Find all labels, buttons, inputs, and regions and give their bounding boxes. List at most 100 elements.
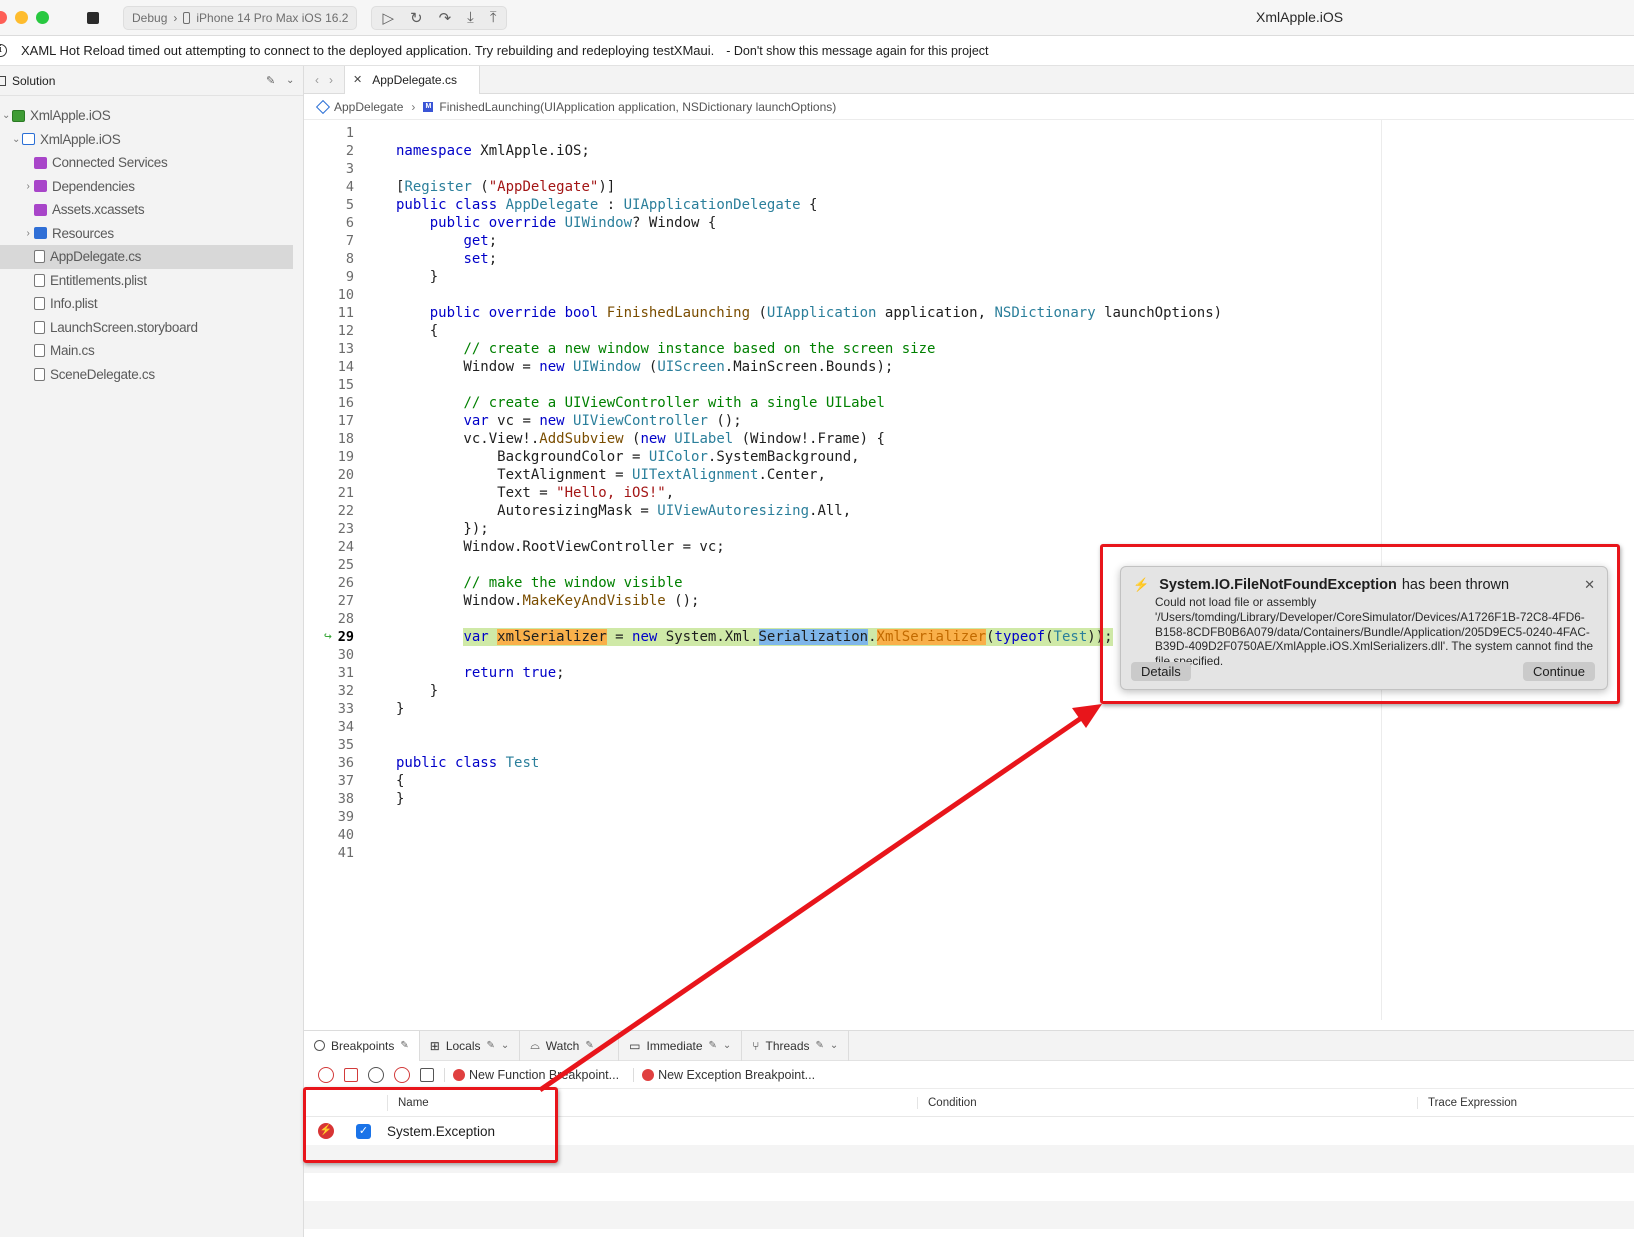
grid-icon: ⊞ [429,1038,440,1053]
remove-breakpoint-icon[interactable] [344,1067,358,1082]
line-number: 18 [337,431,354,447]
line-number: 6 [345,215,354,231]
line-number: 28 [337,611,354,627]
dont-show-again-link[interactable]: - Don't show this message again for this… [726,44,988,58]
disable-all-breakpoints-icon[interactable] [318,1066,334,1083]
exception-breakpoint-icon [642,1068,655,1081]
file-icon [34,320,45,334]
tree-item-project[interactable]: ⌄ XmlApple.iOS [0,128,303,152]
code-line: 33} [318,700,1222,718]
pin-icon[interactable]: ✎ [816,1040,824,1051]
tree-item-label: Entitlements.plist [50,272,147,288]
code-line: 5 public class AppDelegate : UIApplicatio… [318,196,1222,214]
stop-icon[interactable] [87,11,99,24]
annotation-box-exception [1100,544,1620,704]
chevron-down-icon[interactable]: ⌄ [0,110,12,121]
chevron-down-icon[interactable]: ⌄ [286,75,294,86]
minimize-window-button[interactable] [15,11,28,24]
tree-item-solution[interactable]: ⌄ XmlApple.iOS [0,104,303,128]
pin-icon[interactable]: ✎ [585,1040,593,1051]
button-label: New Function Breakpoint... [469,1067,620,1082]
file-icon [34,344,45,358]
column-condition[interactable]: Condition [918,1096,1418,1109]
tree-item-main[interactable]: Main.cs [0,339,303,363]
fingerprint-icon[interactable] [368,1066,384,1083]
tab-label: Threads [765,1038,810,1053]
code-line: 34 [318,718,1222,736]
pin-icon[interactable]: ✎ [487,1040,495,1051]
close-window-button[interactable] [0,11,7,24]
tab-breakpoints[interactable]: Breakpoints ✎ [304,1030,420,1061]
code-line: 3 [318,160,1222,178]
tab-watch[interactable]: ⌓ Watch ✎ ⌄ [520,1030,620,1061]
pin-icon[interactable]: ✎ [266,74,275,87]
continue-icon[interactable]: ▷ [382,9,394,27]
code-line: 32 } [318,682,1222,700]
code-line: 28 [318,610,1222,628]
tree-item-resources[interactable]: › Resources [0,222,303,246]
tree-item-entitlements[interactable]: Entitlements.plist [0,269,303,293]
code-line: 17 var vc = new UIViewController (); [318,412,1222,430]
column-trace-expression[interactable]: Trace Expression [1418,1097,1517,1109]
pin-icon[interactable]: ✎ [709,1040,717,1051]
line-number: 13 [337,341,354,357]
tree-item-scenedelegate[interactable]: SceneDelegate.cs [0,363,303,387]
breadcrumb-method[interactable]: FinishedLaunching(UIApplication applicat… [439,100,836,114]
window-controls [0,11,49,24]
step-into-icon[interactable]: ⤓ [467,9,474,26]
tree-item-launchscreen[interactable]: LaunchScreen.storyboard [0,316,303,340]
tree-item-dependencies[interactable]: › Dependencies [0,175,303,199]
tab-label: Immediate [646,1038,703,1053]
chevron-down-icon[interactable]: ⌄ [723,1040,731,1051]
tree-item-appdelegate[interactable]: AppDelegate.cs [0,245,293,269]
tab-immediate[interactable]: ▭ Immediate ✎ ⌄ [619,1030,743,1061]
code-line: 18 vc.View!.AddSubview (new UILabel (Win… [318,430,1222,448]
tab-locals[interactable]: ⊞ Locals ✎ ⌄ [420,1030,521,1061]
code-line: 24 Window.RootViewController = vc; [318,538,1222,556]
zoom-window-button[interactable] [36,11,49,24]
line-number: 10 [337,287,354,303]
line-number: 38 [337,791,354,807]
properties-icon[interactable] [420,1067,434,1082]
solution-pad-icon [0,75,6,86]
code-line: 26 // make the window visible [318,574,1222,592]
new-function-breakpoint-button[interactable]: New Function Breakpoint... [444,1067,623,1082]
step-over-icon[interactable]: ↷ [439,9,452,27]
chevron-right-icon[interactable]: › [329,73,333,87]
chevron-down-icon[interactable]: ⌄ [501,1040,509,1051]
chevron-down-icon[interactable]: ⌄ [830,1040,838,1051]
tree-item-assets[interactable]: Assets.xcassets [0,198,303,222]
code-line: 35 [318,736,1222,754]
line-number: 5 [345,197,354,213]
tree-item-info-plist[interactable]: Info.plist [0,292,303,316]
line-number: 15 [337,377,354,393]
new-exception-breakpoint-button[interactable]: New Exception Breakpoint... [633,1067,819,1082]
code-line: 9 } [318,268,1222,286]
code-line: 2 namespace XmlApple.iOS; [318,142,1222,160]
configuration-label: Debug [132,10,168,25]
tab-threads[interactable]: ⑂ Threads ✎ ⌄ [742,1030,850,1061]
restart-icon[interactable]: ↻ [410,9,423,27]
breadcrumb-class[interactable]: AppDelegate [334,100,403,114]
step-out-icon[interactable]: ⤒ [490,9,497,26]
chevron-down-icon[interactable]: ⌄ [10,134,22,145]
tab-appdelegate[interactable]: ✕ AppDelegate.cs [344,65,480,94]
pad-tab-bar: Breakpoints ✎ ⊞ Locals ✎ ⌄ ⌓ Watch ✎ ⌄ ▭… [304,1030,1634,1061]
tree-item-connected-services[interactable]: Connected Services [0,151,303,175]
run-target-selector[interactable]: Debug › iPhone 14 Pro Max iOS 16.2 [123,5,358,30]
chevron-right-icon[interactable]: › [22,228,34,239]
terminal-icon: ▭ [629,1038,641,1053]
close-icon[interactable]: ✕ [353,73,362,86]
chevron-down-icon[interactable]: ⌄ [600,1040,608,1051]
line-number: 22 [337,503,354,519]
chevron-left-icon[interactable]: ‹ [315,73,319,87]
chevron-right-icon[interactable]: › [22,181,34,192]
line-number: 3 [345,161,354,177]
tree-item-label: XmlApple.iOS [40,131,121,147]
clear-breakpoints-icon[interactable] [394,1066,410,1083]
line-number: 1 [345,125,354,141]
tab-label: Locals [445,1038,481,1053]
pin-icon[interactable]: ✎ [400,1040,408,1051]
line-number: 34 [337,719,354,735]
tab-label: Watch [545,1038,580,1053]
